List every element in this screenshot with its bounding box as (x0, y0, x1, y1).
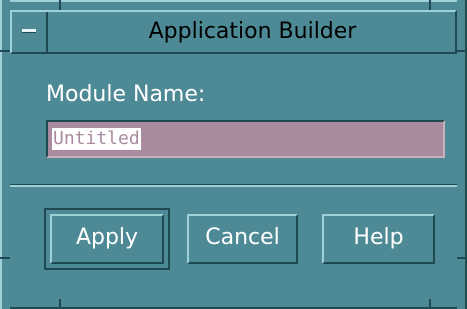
dialog-body: Module Name: Untitled Apply Cancel Help (10, 54, 457, 299)
title-bar[interactable]: Application Builder (10, 10, 457, 54)
resize-tick (429, 0, 431, 10)
resize-tick (0, 257, 10, 259)
help-button[interactable]: Help (322, 214, 435, 264)
window-frame-right[interactable] (457, 0, 467, 309)
cancel-button[interactable]: Cancel (187, 214, 298, 264)
module-name-field[interactable]: Untitled (46, 120, 445, 158)
resize-tick (457, 257, 467, 259)
resize-tick (457, 50, 467, 52)
window-title: Application Builder (148, 19, 357, 44)
window-frame-top[interactable] (0, 0, 467, 10)
resize-tick (59, 299, 61, 309)
dialog-window: Application Builder Module Name: Untitle… (0, 0, 467, 309)
resize-tick (429, 299, 431, 309)
module-name-label: Module Name: (46, 82, 206, 107)
apply-button[interactable]: Apply (50, 214, 164, 264)
resize-tick (59, 0, 61, 10)
window-frame-left[interactable] (0, 0, 10, 309)
window-menu-icon (22, 29, 36, 33)
module-name-value[interactable]: Untitled (52, 128, 141, 150)
separator (10, 184, 457, 187)
window-menu-button[interactable] (12, 12, 48, 52)
resize-tick (0, 50, 10, 52)
window-frame-bottom[interactable] (0, 299, 467, 309)
